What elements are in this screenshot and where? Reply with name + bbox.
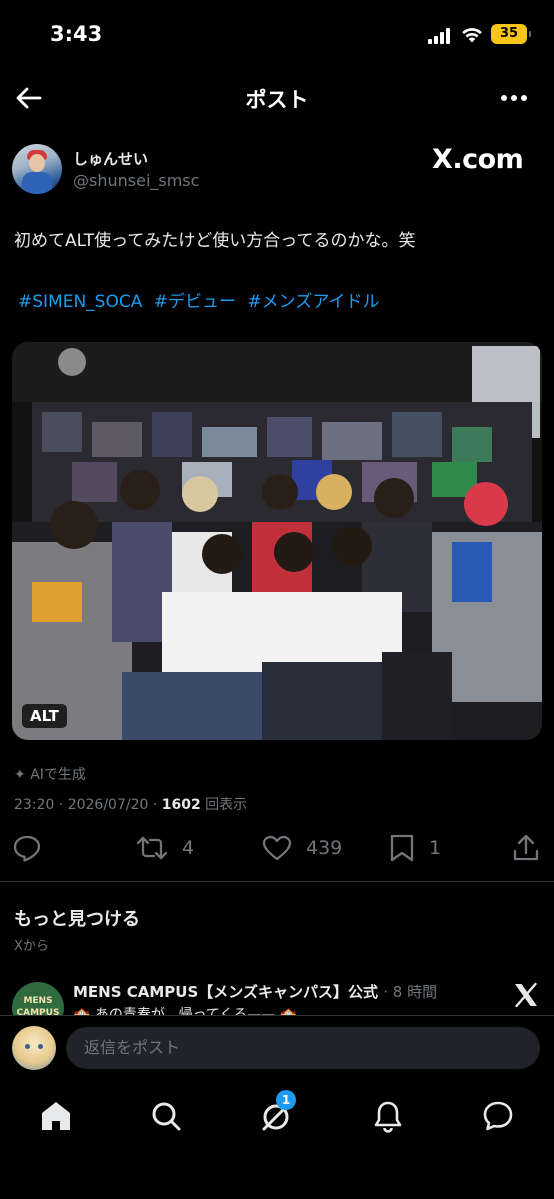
xcom-watermark: X.com [432, 144, 524, 175]
tab-messages[interactable] [478, 1096, 518, 1136]
author-avatar[interactable] [12, 144, 62, 194]
home-icon [42, 1102, 70, 1130]
group-photo-image [12, 342, 542, 740]
message-icon [483, 1101, 513, 1131]
hashtag-link[interactable]: #SIMEN_SOCA [18, 292, 142, 312]
recommended-post[interactable]: MENS CAMPUS MENS CAMPUS【メンズキャンパス】公式 · 8 … [0, 975, 554, 1015]
share-button[interactable] [512, 830, 540, 866]
nav-header: ポスト [0, 70, 554, 126]
retweet-icon [136, 836, 168, 860]
post-actions: 4 439 1 [0, 830, 554, 870]
recommended-name[interactable]: MENS CAMPUS【メンズキャンパス】公式 · 8 時間 [73, 981, 437, 1002]
post-timestamp: 23:20 · 2026/07/20 · [14, 797, 162, 813]
recommended-time: · 8 時間 [383, 983, 438, 1001]
like-count: 439 [306, 837, 343, 859]
reply-button[interactable] [12, 830, 42, 866]
discover-title: もっと見つける [14, 909, 140, 930]
retweet-button[interactable]: 4 [136, 830, 194, 866]
ai-generated-label: ✦ AIで生成 [14, 764, 86, 784]
search-icon [152, 1102, 181, 1131]
hashtags: #SIMEN_SOCA #デビュー #メンズアイドル [18, 287, 538, 312]
post-meta: 23:20 · 2026/07/20 · 1602 回表示 [14, 794, 247, 814]
post-text: 初めてALT使ってみたけど使い方合ってるのかな。笑 [14, 231, 416, 251]
user-avatar[interactable] [12, 1026, 56, 1070]
post-author: しゅんせい @shunsei_smsc X.com [12, 142, 542, 198]
author-handle[interactable]: @shunsei_smsc [73, 171, 199, 190]
hashtag-link[interactable]: #メンズアイドル [247, 292, 379, 312]
reply-input[interactable]: 返信をポスト [66, 1027, 540, 1069]
battery-indicator: 35 [491, 24, 531, 44]
discover-subtitle: Xから [14, 939, 49, 954]
views-count: 1602 [161, 797, 201, 813]
signal-icon [428, 28, 454, 44]
tab-bar: 1 [0, 1082, 554, 1199]
x-logo-icon [515, 982, 537, 1008]
wifi-icon [462, 28, 482, 43]
views-label: 回表示 [205, 797, 248, 813]
bell-icon [374, 1101, 402, 1133]
tab-grok[interactable]: 1 [256, 1090, 296, 1136]
bookmark-button[interactable]: 1 [389, 830, 441, 866]
ai-label-text: AIで生成 [30, 767, 86, 783]
reply-bar: 返信をポスト [0, 1015, 554, 1081]
heart-icon [262, 835, 292, 861]
bookmark-count: 1 [429, 837, 442, 859]
notification-badge: 1 [276, 1090, 296, 1110]
tab-notifications[interactable] [368, 1096, 408, 1136]
retweet-count: 4 [182, 837, 195, 859]
author-name[interactable]: しゅんせい [73, 148, 148, 169]
hashtag-link[interactable]: #デビュー [154, 292, 236, 312]
tab-home[interactable] [36, 1096, 76, 1136]
like-button[interactable]: 439 [262, 830, 342, 866]
reply-icon [13, 835, 41, 862]
recommended-text: 🏫 あの青春が、帰ってくる—— 🏫 [73, 1007, 298, 1015]
tab-search[interactable] [146, 1096, 186, 1136]
recommended-avatar[interactable]: MENS CAMPUS [12, 982, 64, 1015]
share-icon [513, 834, 539, 861]
section-divider [0, 881, 554, 882]
bookmark-icon [390, 834, 414, 862]
status-bar: 3:43 35 [0, 0, 554, 70]
page-title: ポスト [245, 88, 309, 112]
recommended-name-text: MENS CAMPUS【メンズキャンパス】公式 [73, 983, 378, 1001]
sparkle-icon: ✦ [14, 767, 26, 783]
post-photo[interactable]: ALT [12, 342, 542, 740]
alt-badge[interactable]: ALT [22, 704, 67, 728]
more-options-icon[interactable] [498, 86, 530, 110]
status-time: 3:43 [50, 22, 103, 46]
